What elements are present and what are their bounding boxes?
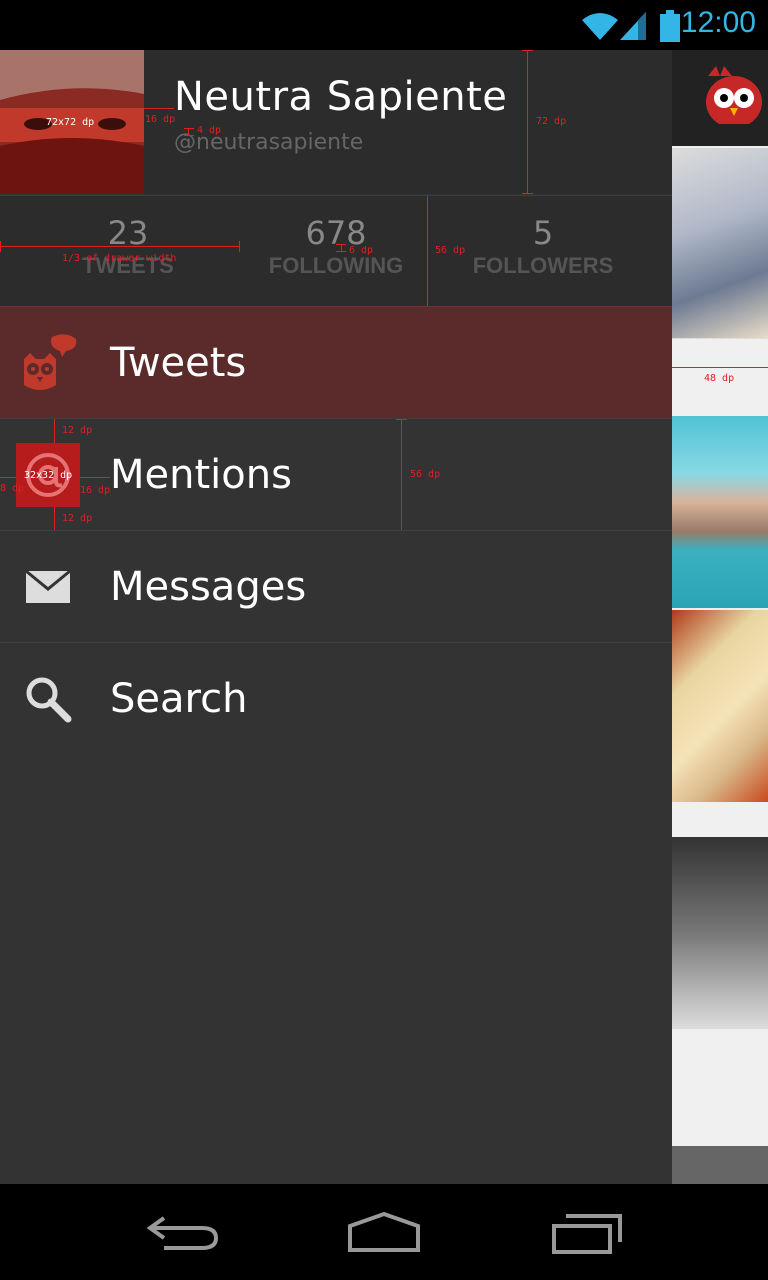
spec-line (522, 193, 533, 194)
spec-line (144, 108, 174, 109)
spec-line (672, 367, 768, 368)
menu-item-label: Tweets (110, 340, 247, 386)
signal-icon (620, 12, 646, 40)
spec-icon-left: 8 dp (0, 483, 25, 494)
menu-item-label: Mentions (110, 452, 292, 498)
wifi-icon (582, 13, 618, 40)
drawer-menu: Tweets Mentions 12 dp 32x32 dp 8 dp 16 d… (0, 306, 672, 754)
spec-line (336, 251, 346, 252)
spec-line (0, 241, 1, 252)
spec-content-width: 48 dp (704, 373, 735, 384)
timeline-card (672, 802, 768, 837)
spec-line (54, 419, 55, 443)
spec-line (522, 50, 533, 51)
menu-item-label: Search (110, 676, 248, 722)
stat-following-count: 678 (305, 214, 367, 252)
stat-following[interactable]: 678 FOLLOWING (224, 214, 448, 280)
owl-tweet-icon (24, 334, 77, 390)
spec-avatar-gap: 16 dp (145, 114, 176, 125)
stat-tweets[interactable]: 23 TWEETS (16, 214, 240, 280)
navigation-bar (0, 1184, 768, 1280)
spec-icon-size: 32x32 dp (24, 470, 73, 481)
spec-line (527, 50, 528, 194)
status-icons (582, 10, 680, 42)
timeline-photo (672, 1146, 768, 1184)
battery-icon (660, 10, 680, 42)
home-icon[interactable] (344, 1208, 424, 1256)
spec-stats-height: 56 dp (435, 245, 466, 256)
spec-icon-bottom: 12 dp (62, 513, 93, 524)
menu-item-tweets[interactable]: Tweets (0, 306, 672, 418)
spec-line (239, 241, 240, 252)
spec-line (401, 419, 402, 531)
spec-name-handle-gap: 4 dp (197, 125, 222, 136)
timeline-peek[interactable]: 48 dp (672, 50, 768, 1184)
stats-row: 23 TWEETS 678 FOLLOWING 5 FOLLOWERS 1/3 … (0, 195, 672, 306)
back-icon[interactable] (144, 1208, 224, 1256)
profile-name: Neutra Sapiente (174, 74, 508, 120)
spec-line (184, 128, 194, 129)
menu-item-label: Messages (110, 564, 307, 610)
timeline-photo (672, 416, 768, 608)
recent-apps-icon[interactable] (548, 1208, 628, 1256)
spec-line (396, 419, 407, 420)
timeline-photo (672, 148, 768, 338)
spec-line (54, 507, 55, 531)
avatar[interactable]: 72x72 dp (0, 50, 144, 194)
envelope-icon (25, 569, 71, 603)
spec-avatar-size: 72x72 dp (46, 117, 95, 128)
spec-icon-gap: 16 dp (80, 485, 111, 496)
timeline-photo (672, 837, 768, 1029)
status-bar: 12:00 (0, 0, 768, 50)
spec-line (184, 135, 194, 136)
spec-stat-gap: 6 dp (349, 245, 374, 256)
menu-item-messages[interactable]: Messages (0, 530, 672, 642)
timeline-card (672, 1029, 768, 1146)
search-icon (26, 677, 72, 723)
spec-stat-width: 1/3 of drawer width (62, 253, 177, 264)
clock: 12:00 (680, 6, 756, 39)
stat-followers-label: FOLLOWERS (472, 253, 614, 278)
navigation-drawer: 72x72 dp Neutra Sapiente @neutrasapiente… (0, 50, 672, 1184)
spec-header-height: 72 dp (536, 116, 567, 127)
spec-icon-top: 12 dp (62, 425, 93, 436)
spec-row-height: 56 dp (410, 469, 441, 480)
profile-header[interactable]: 72x72 dp Neutra Sapiente @neutrasapiente… (0, 50, 672, 194)
spec-line (0, 477, 16, 478)
menu-item-mentions[interactable]: Mentions 12 dp 32x32 dp 8 dp 16 dp 12 dp… (0, 418, 672, 531)
spec-line (80, 477, 110, 478)
spec-line (0, 246, 240, 247)
app-bar (672, 50, 768, 146)
spec-line (427, 196, 428, 306)
owl-logo-icon (706, 66, 762, 130)
menu-item-search[interactable]: Search (0, 642, 672, 754)
stat-following-label: FOLLOWING (268, 253, 404, 278)
timeline-photo (672, 610, 768, 802)
